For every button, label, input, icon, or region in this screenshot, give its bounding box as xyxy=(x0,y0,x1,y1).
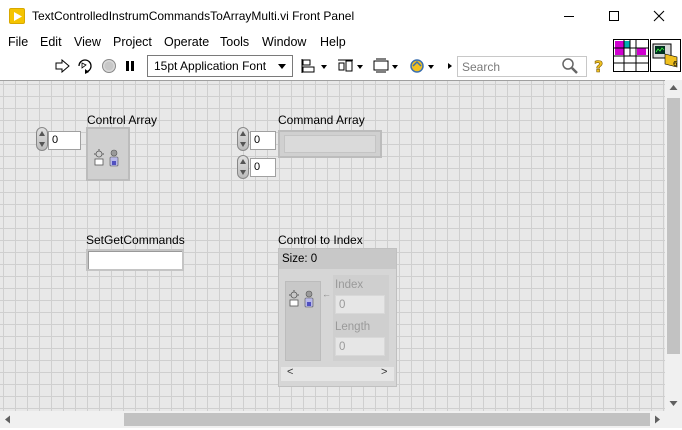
resize-objects-icon xyxy=(373,58,398,73)
command-array-index-spinner-1[interactable] xyxy=(237,155,249,179)
control-array-label: Control Array xyxy=(87,113,158,127)
index-value[interactable]: 0 xyxy=(335,295,385,314)
scrollbar-corner xyxy=(665,411,682,428)
chevron-down-icon xyxy=(278,64,286,69)
size-header: Size: 0 xyxy=(279,249,396,269)
menu-view[interactable]: View xyxy=(74,35,101,49)
align-objects-icon xyxy=(301,59,327,73)
control-array-frame[interactable] xyxy=(86,127,130,181)
reorder-button[interactable] xyxy=(407,56,437,76)
font-dropdown[interactable]: 15pt Application Font xyxy=(147,55,293,77)
context-help-button[interactable]: ? xyxy=(591,56,607,76)
reorder-icon xyxy=(410,59,434,73)
connector-pane-icon xyxy=(614,40,648,71)
command-array-index-1[interactable]: 0 xyxy=(250,158,276,177)
svg-text:6: 6 xyxy=(673,60,678,68)
vi-icon[interactable]: 6 xyxy=(650,39,681,72)
menu-window[interactable]: Window xyxy=(262,35,306,49)
control-to-index-label: Control to Index xyxy=(278,233,363,247)
menu-tools[interactable]: Tools xyxy=(220,35,249,49)
distribute-objects-button[interactable] xyxy=(336,56,366,76)
size-text: Size: 0 xyxy=(282,253,318,265)
search-button[interactable] xyxy=(560,56,580,76)
setget-commands-label: SetGetCommands xyxy=(86,233,185,247)
control-array-index[interactable]: 0 xyxy=(48,131,81,150)
run-continuously-icon xyxy=(78,59,92,74)
horizontal-scroll-thumb[interactable] xyxy=(124,413,650,426)
labview-app-icon xyxy=(9,8,25,24)
separator-icon xyxy=(448,63,452,69)
setget-commands-field[interactable] xyxy=(86,249,184,271)
command-array-index-spinner-0[interactable] xyxy=(237,127,249,151)
run-continuously-button[interactable] xyxy=(75,56,95,76)
menu-file[interactable]: File xyxy=(8,35,28,49)
front-panel[interactable]: Control Array 0 Command Array 0 0 SetGet… xyxy=(0,80,665,411)
font-dropdown-value: 15pt Application Font xyxy=(154,59,267,73)
command-array-index-0[interactable]: 0 xyxy=(250,131,276,150)
scroll-left-icon[interactable]: < xyxy=(287,366,293,378)
menu-operate[interactable]: Operate xyxy=(164,35,209,49)
arrow-left-icon: ← xyxy=(322,289,331,299)
index-label: Index xyxy=(335,279,364,291)
search-separator xyxy=(445,56,455,76)
svg-text:?: ? xyxy=(594,57,603,75)
maximize-icon xyxy=(608,10,619,21)
close-button[interactable] xyxy=(636,0,681,31)
empty-element-icon xyxy=(289,290,314,308)
empty-element-icon xyxy=(94,149,119,167)
align-objects-button[interactable] xyxy=(300,56,330,76)
help-icon: ? xyxy=(594,57,604,75)
run-button[interactable] xyxy=(53,56,71,76)
abort-button[interactable] xyxy=(100,56,118,76)
scroll-right-icon[interactable] xyxy=(654,415,661,424)
toolbar: 15pt Application Font Search ? xyxy=(0,52,612,80)
abort-icon xyxy=(102,59,116,73)
pause-button[interactable] xyxy=(122,56,138,76)
minimize-icon xyxy=(563,15,574,17)
menu-edit[interactable]: Edit xyxy=(40,35,62,49)
menu-bar: File Edit View Project Operate Tools Win… xyxy=(0,31,612,52)
scroll-down-icon[interactable] xyxy=(669,400,678,407)
menu-project[interactable]: Project xyxy=(113,35,152,49)
window-title: TextControlledInstrumCommandsToArrayMult… xyxy=(32,9,355,23)
scroll-left-icon[interactable] xyxy=(4,415,11,424)
scroll-up-icon[interactable] xyxy=(669,84,678,91)
command-array-element[interactable] xyxy=(284,135,376,153)
connector-pane[interactable] xyxy=(613,39,649,72)
instrument-vi-icon: 6 xyxy=(652,43,678,68)
length-value[interactable]: 0 xyxy=(335,337,385,356)
pause-icon xyxy=(126,61,134,71)
element-slot[interactable] xyxy=(285,281,321,361)
control-array-index-spinner[interactable] xyxy=(36,127,48,151)
menu-help[interactable]: Help xyxy=(320,35,346,49)
control-to-index-cluster[interactable]: Size: 0 ← Index 0 Length 0 < > xyxy=(278,248,397,387)
index-length-cluster: Index 0 Length 0 xyxy=(333,275,389,361)
search-icon xyxy=(562,58,578,74)
maximize-button[interactable] xyxy=(591,0,636,31)
cluster-horizontal-scrollbar[interactable]: < > xyxy=(281,366,394,381)
length-label: Length xyxy=(335,321,371,333)
run-arrow-icon xyxy=(55,59,70,73)
vertical-scroll-thumb[interactable] xyxy=(667,98,680,354)
command-array-frame[interactable] xyxy=(278,130,382,158)
minimize-button[interactable] xyxy=(546,0,591,31)
scroll-right-icon[interactable]: > xyxy=(381,366,387,378)
distribute-objects-icon xyxy=(338,59,363,72)
resize-objects-button[interactable] xyxy=(371,56,401,76)
command-array-label: Command Array xyxy=(278,113,365,127)
close-icon xyxy=(653,10,664,21)
